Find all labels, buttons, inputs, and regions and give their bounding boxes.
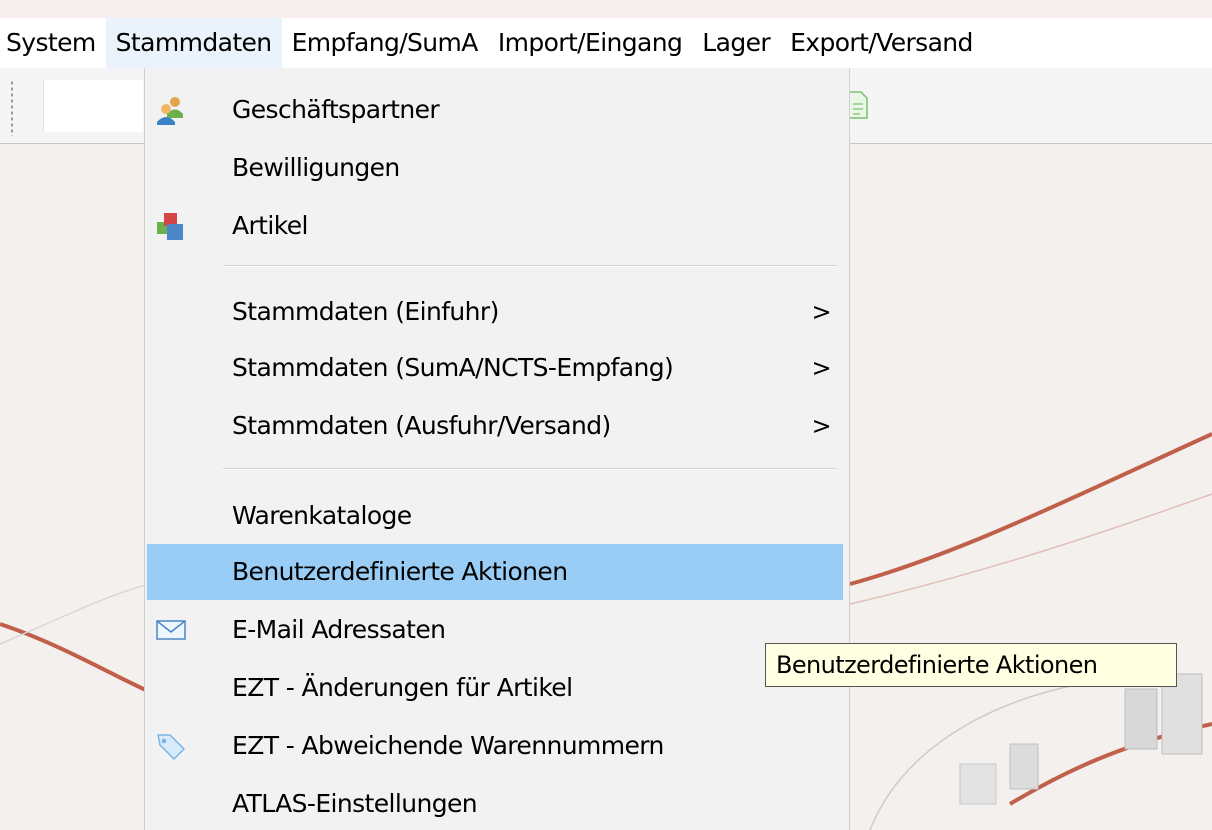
menu-item-artikel[interactable]: Artikel — [147, 198, 843, 254]
toolbar-field[interactable] — [43, 80, 143, 132]
menu-item-geschaeftspartner[interactable]: Geschäftspartner — [147, 82, 843, 138]
tag-icon — [157, 734, 186, 761]
menu-item-label: Benutzerdefinierte Aktionen — [232, 557, 568, 586]
submenu-arrow-icon: > — [811, 354, 831, 382]
menu-item-label: EZT - Abweichende Warennummern — [232, 731, 664, 760]
menu-item-stammdaten-einfuhr[interactable]: Stammdaten (Einfuhr) > — [147, 284, 843, 340]
menu-item-ezt-abweichende[interactable]: EZT - Abweichende Warennummern — [147, 718, 843, 774]
menu-lager[interactable]: Lager — [692, 18, 780, 68]
menu-item-label: Warenkataloge — [232, 501, 412, 530]
menu-bar: System Stammdaten Empfang/SumA Import/Ei… — [0, 18, 1212, 68]
menu-item-label: E-Mail Adressaten — [232, 615, 446, 644]
menu-separator — [223, 468, 837, 470]
menu-item-label: EZT - Änderungen für Artikel — [232, 673, 573, 702]
menu-item-warenkataloge[interactable]: Warenkataloge — [147, 488, 843, 544]
toolbar-grip-handle[interactable] — [10, 80, 14, 136]
window-top-strip — [0, 0, 1212, 18]
business-partner-icon — [157, 97, 183, 125]
menu-separator — [223, 265, 837, 267]
submenu-arrow-icon: > — [811, 298, 831, 326]
menu-item-atlas-einstellungen[interactable]: ATLAS-Einstellungen — [147, 776, 843, 830]
menu-item-ezt-aenderungen[interactable]: EZT - Änderungen für Artikel — [147, 660, 843, 716]
menu-import-eingang[interactable]: Import/Eingang — [488, 18, 692, 68]
menu-stammdaten[interactable]: Stammdaten — [105, 18, 282, 68]
menu-item-benutzerdefinierte-aktionen[interactable]: Benutzerdefinierte Aktionen — [147, 544, 843, 600]
menu-item-label: Stammdaten (SumA/NCTS-Empfang) — [232, 353, 674, 382]
menu-item-label: Bewilligungen — [232, 153, 400, 182]
menu-item-label: Stammdaten (Einfuhr) — [232, 297, 499, 326]
menu-item-stammdaten-ausfuhr-versand[interactable]: Stammdaten (Ausfuhr/Versand) > — [147, 398, 843, 454]
menu-item-label: Stammdaten (Ausfuhr/Versand) — [232, 411, 611, 440]
menu-item-label: ATLAS-Einstellungen — [232, 789, 478, 818]
articles-cubes-icon — [157, 213, 183, 240]
menu-item-stammdaten-suma-ncts[interactable]: Stammdaten (SumA/NCTS-Empfang) > — [147, 340, 843, 396]
envelope-icon — [156, 620, 186, 640]
menu-item-label: Artikel — [232, 211, 308, 240]
menu-item-email-adressaten[interactable]: E-Mail Adressaten — [147, 602, 843, 658]
menu-item-label: Geschäftspartner — [232, 95, 440, 124]
submenu-arrow-icon: > — [811, 412, 831, 440]
menu-export-versand[interactable]: Export/Versand — [780, 18, 983, 68]
menu-item-bewilligungen[interactable]: Bewilligungen — [147, 140, 843, 196]
tooltip: Benutzerdefinierte Aktionen — [765, 643, 1177, 687]
menu-system[interactable]: System — [0, 18, 106, 68]
stammdaten-dropdown-menu: Geschäftspartner Bewilligungen Artikel S… — [144, 68, 850, 830]
menu-empfang-suma[interactable]: Empfang/SumA — [282, 18, 488, 68]
